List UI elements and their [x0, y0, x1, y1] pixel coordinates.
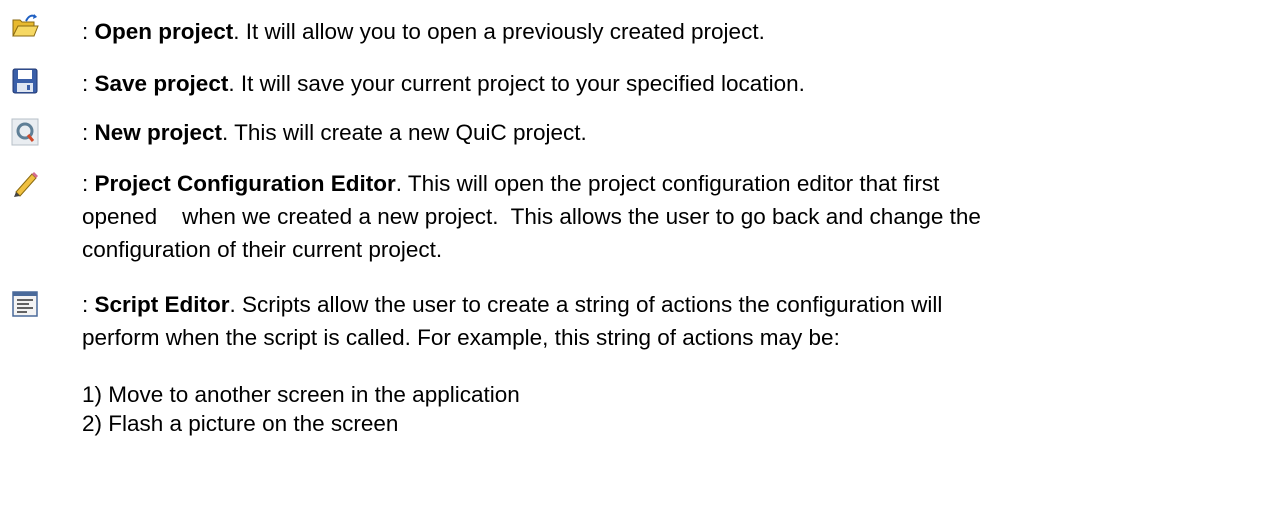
config-editor-line2: opened when we created a new project. Th…	[82, 204, 981, 229]
pencil-icon	[10, 168, 40, 198]
open-project-title: Open project	[94, 19, 234, 44]
config-editor-line1: : Project Configuration Editor. This wil…	[82, 171, 940, 196]
save-project-title: Save project	[94, 71, 229, 96]
list-item: 1) Move to another screen in the applica…	[82, 382, 520, 407]
script-editor-title: Script Editor	[94, 292, 230, 317]
list-item: 2) Flash a picture on the screen	[82, 411, 399, 436]
open-project-text: : Open project. It will allow you to ope…	[82, 19, 765, 44]
save-project-text: : Save project. It will save your curren…	[82, 71, 805, 96]
new-project-title: New project	[94, 120, 223, 145]
quic-logo-icon	[10, 117, 40, 147]
script-editor-icon	[10, 289, 40, 319]
script-editor-line1: : Script Editor. Scripts allow the user …	[82, 292, 943, 317]
config-editor-line3: configuration of their current project.	[82, 237, 443, 262]
script-editor-line2: perform when the script is called. For e…	[82, 325, 840, 350]
new-project-text: : New project. This will create a new Qu…	[82, 120, 587, 145]
config-editor-title: Project Configuration Editor	[94, 171, 396, 196]
floppy-disk-icon	[10, 66, 40, 96]
open-folder-icon	[10, 12, 40, 42]
